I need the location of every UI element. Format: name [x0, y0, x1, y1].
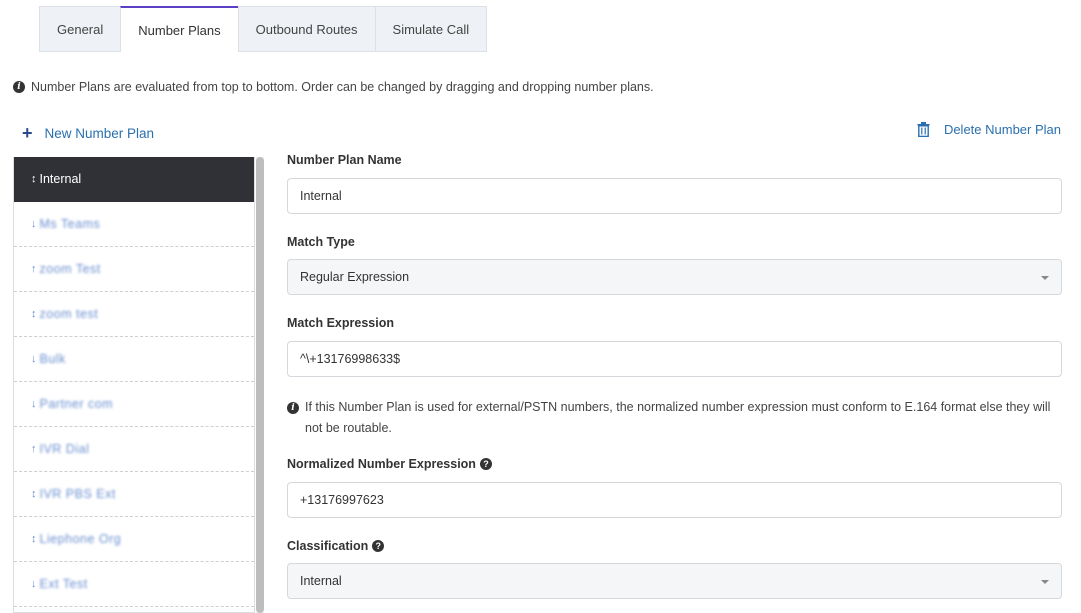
- plan-item[interactable]: ↕ Liephone Org: [14, 517, 254, 562]
- number-plan-name-input[interactable]: Internal: [287, 178, 1062, 214]
- arrow-up-icon: ↑: [31, 263, 37, 275]
- e164-note-text: If this Number Plan is used for external…: [305, 400, 1051, 435]
- tab-number-plans[interactable]: Number Plans: [120, 6, 238, 52]
- info-icon: i: [287, 402, 299, 414]
- plan-list-scrollbar[interactable]: [256, 157, 264, 613]
- drag-arrows-icon: ↕: [31, 488, 37, 500]
- arrow-down-icon: ↓: [31, 218, 37, 230]
- classification-label-text: Classification: [287, 539, 369, 553]
- plan-item[interactable]: ↑ IVR Dial: [14, 427, 254, 472]
- info-banner: i Number Plans are evaluated from top to…: [13, 80, 654, 94]
- drag-arrows-icon: ↕: [31, 308, 37, 320]
- caret-down-icon: [1041, 276, 1049, 280]
- info-icon: i: [13, 81, 25, 93]
- match-type-value: Regular Expression: [300, 270, 410, 284]
- plus-icon: +: [22, 123, 33, 143]
- arrow-down-icon: ↓: [31, 578, 37, 590]
- classification-value: Internal: [300, 574, 342, 588]
- plan-item[interactable]: ↕ zoom test: [14, 292, 254, 337]
- tab-general[interactable]: General: [39, 6, 121, 52]
- help-icon[interactable]: ?: [479, 458, 492, 470]
- match-type-select[interactable]: Regular Expression: [287, 259, 1062, 295]
- tab-outbound-routes[interactable]: Outbound Routes: [237, 6, 375, 52]
- plan-item-label: Liephone Org: [39, 532, 122, 546]
- new-number-plan-label: New Number Plan: [44, 125, 155, 141]
- arrow-up-icon: ↑: [31, 443, 37, 455]
- plan-item-label: IVR PBS Ext: [39, 487, 116, 501]
- e164-note: i If this Number Plan is used for extern…: [287, 397, 1067, 439]
- delete-number-plan-button[interactable]: Delete Number Plan: [917, 122, 1061, 137]
- trash-icon: [917, 122, 930, 137]
- caret-down-icon: [1041, 580, 1049, 584]
- info-text: Number Plans are evaluated from top to b…: [31, 80, 654, 94]
- drag-arrows-icon: ↕: [31, 533, 37, 545]
- plan-item-label: Ms Teams: [39, 217, 101, 231]
- plan-item-label: Partner com: [39, 397, 114, 411]
- drag-arrows-icon: ↕: [31, 173, 37, 185]
- normalized-number-label: Normalized Number Expression ?: [287, 457, 492, 471]
- plan-item-label: Bulk: [39, 352, 66, 366]
- plan-item-label: zoom test: [39, 307, 99, 321]
- plan-item-label: zoom Test: [39, 262, 101, 276]
- tab-bar: General Number Plans Outbound Routes Sim…: [39, 6, 488, 52]
- normalized-number-input[interactable]: +13176997623: [287, 482, 1062, 518]
- match-expression-input[interactable]: ^\+13176998633$: [287, 341, 1062, 377]
- normalized-number-label-text: Normalized Number Expression: [287, 457, 476, 471]
- plan-item[interactable]: ↓ Ext Test: [14, 562, 254, 607]
- new-number-plan-button[interactable]: + New Number Plan: [22, 124, 154, 142]
- plan-item-label: IVR Dial: [39, 442, 90, 456]
- plan-item[interactable]: ↕ IVR PBS Ext: [14, 472, 254, 517]
- classification-label: Classification ?: [287, 539, 385, 553]
- delete-number-plan-label: Delete Number Plan: [943, 122, 1061, 137]
- scrollbar-thumb[interactable]: [256, 157, 264, 613]
- plan-item[interactable]: ↓ Ms Teams: [14, 202, 254, 247]
- plan-item-internal[interactable]: ↕ Internal: [14, 157, 254, 202]
- tab-simulate-call[interactable]: Simulate Call: [374, 6, 488, 52]
- help-icon[interactable]: ?: [372, 540, 385, 552]
- number-plan-list: ↕ Internal ↓ Ms Teams ↑ zoom Test ↕ zoom…: [13, 157, 255, 613]
- match-type-label: Match Type: [287, 235, 355, 249]
- number-plan-name-label: Number Plan Name: [287, 153, 402, 167]
- plan-item-label: Ext Test: [39, 577, 88, 591]
- arrow-down-icon: ↓: [31, 398, 37, 410]
- plan-item[interactable]: ↓ Bulk: [14, 337, 254, 382]
- plan-item-label: Internal: [39, 172, 82, 186]
- match-expression-label: Match Expression: [287, 316, 394, 330]
- plan-item[interactable]: ↑ zoom Test: [14, 247, 254, 292]
- classification-select[interactable]: Internal: [287, 563, 1062, 599]
- plan-item[interactable]: ↓ Partner com: [14, 382, 254, 427]
- arrow-down-icon: ↓: [31, 353, 37, 365]
